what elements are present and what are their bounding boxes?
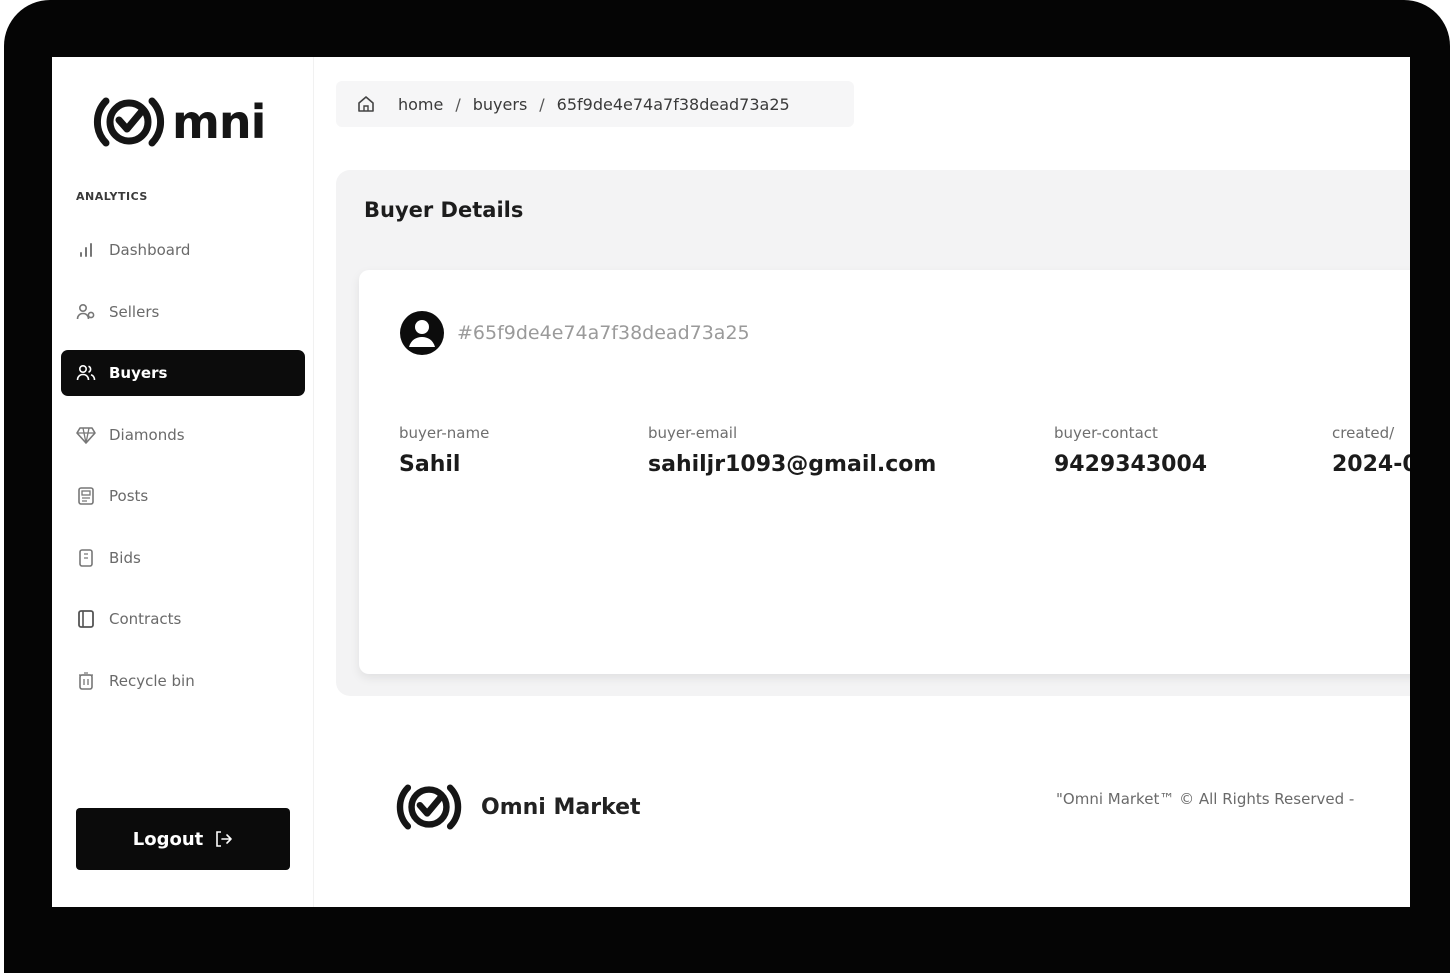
copyright-text: "Omni Market™ © All Rights Reserved - [1056, 790, 1355, 808]
footer-brand-name: Omni Market [481, 794, 641, 820]
trash-icon [75, 670, 97, 692]
breadcrumb: home / buyers / 65f9de4e74a7f38dead73a25 [336, 81, 854, 127]
logo-text: mni [172, 95, 266, 149]
sidebar-item-label: Recycle bin [109, 671, 195, 690]
buyer-card: #65f9de4e74a7f38dead73a25 buyer-name Sah… [359, 270, 1410, 674]
buyer-id-row: #65f9de4e74a7f38dead73a25 [399, 310, 750, 356]
sidebar-item-diamonds[interactable]: Diamonds [61, 412, 305, 458]
field-label: buyer-name [399, 424, 490, 442]
field-buyer-email: buyer-email sahiljr1093@gmail.com [648, 424, 936, 477]
field-value: 9429343004 [1054, 452, 1208, 477]
sidebar-item-label: Diamonds [109, 425, 185, 444]
sidebar-item-recycle-bin[interactable]: Recycle bin [61, 658, 305, 704]
sidebar-item-label: Buyers [109, 364, 168, 382]
buyer-details-panel: Buyer Details #65f9de4e74a7f38dead73a25 … [336, 170, 1410, 696]
sidebar-item-label: Bids [109, 548, 141, 567]
breadcrumb-buyers[interactable]: buyers [473, 95, 528, 114]
field-value: 2024-0 [1332, 452, 1410, 477]
sidebar-item-buyers[interactable]: Buyers [61, 350, 305, 396]
field-label: buyer-contact [1054, 424, 1158, 442]
field-buyer-contact: buyer-contact 9429343004 [1054, 424, 1207, 477]
posts-icon [75, 485, 97, 507]
sidebar-item-posts[interactable]: Posts [61, 473, 305, 519]
app-screen: mni ANALYTICS Dashboard Sellers Buyers D… [52, 57, 1410, 907]
users-icon [75, 362, 97, 384]
sidebar-item-label: Sellers [109, 302, 160, 321]
home-icon[interactable] [356, 94, 376, 114]
footer-brand: Omni Market [395, 779, 641, 835]
sidebar-item-label: Dashboard [109, 241, 191, 259]
breadcrumb-home[interactable]: home [398, 95, 443, 114]
bar-chart-icon [75, 239, 97, 261]
omni-logo-icon [93, 97, 165, 147]
section-label-analytics: ANALYTICS [76, 190, 148, 203]
field-buyer-name: buyer-name Sahil [399, 424, 489, 477]
sidebar-item-contracts[interactable]: Contracts [61, 596, 305, 642]
breadcrumb-separator: / [455, 94, 461, 114]
page-title: Buyer Details [364, 198, 524, 222]
breadcrumb-current: 65f9de4e74a7f38dead73a25 [556, 94, 790, 114]
laptop-frame: mni ANALYTICS Dashboard Sellers Buyers D… [4, 0, 1450, 973]
field-label: created/ [1332, 424, 1395, 442]
field-created-at: created/ 2024-0 [1332, 424, 1410, 477]
sidebar-item-label: Posts [109, 487, 149, 505]
field-label: buyer-email [648, 424, 738, 442]
logout-icon [216, 831, 233, 847]
field-value: sahiljr1093@gmail.com [648, 452, 937, 477]
logout-label: Logout [132, 828, 204, 850]
user-circle-icon [400, 311, 444, 355]
sidebar-item-label: Contracts [109, 610, 182, 628]
sidebar-item-dashboard[interactable]: Dashboard [61, 227, 305, 273]
buyer-id: #65f9de4e74a7f38dead73a25 [457, 322, 750, 344]
breadcrumb-separator: / [539, 94, 545, 114]
sidebar-item-sellers[interactable]: Sellers [61, 289, 305, 335]
sidebar-nav: Dashboard Sellers Buyers Diamonds Posts … [61, 227, 305, 719]
diamond-icon [75, 424, 97, 446]
sidebar-item-bids[interactable]: Bids [61, 535, 305, 581]
contract-icon [75, 608, 97, 630]
logout-button[interactable]: Logout [76, 808, 290, 870]
user-icon [75, 301, 97, 323]
app-logo[interactable]: mni [92, 93, 266, 151]
field-value: Sahil [399, 452, 461, 477]
sidebar: mni ANALYTICS Dashboard Sellers Buyers D… [52, 57, 314, 907]
omni-logo-icon [396, 784, 462, 830]
bids-icon [75, 547, 97, 569]
